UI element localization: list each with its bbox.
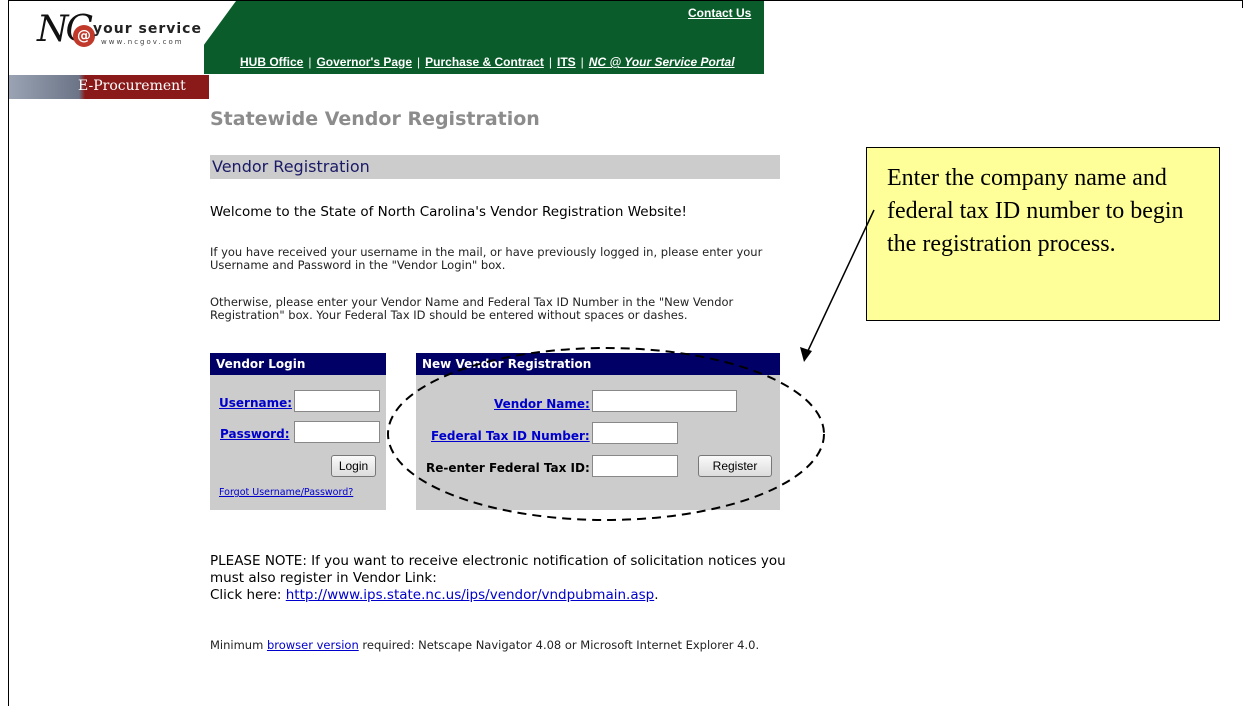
at-symbol-icon: @ [73,25,95,47]
click-here-text: Click here: [210,587,286,603]
callout-arrow-line [805,209,875,356]
reenter-tax-id-label: Re-enter Federal Tax ID: [426,461,590,475]
login-instructions: If you have received your username in th… [210,245,763,272]
eprocurement-label: E-Procurement [78,78,186,94]
password-input[interactable] [294,421,380,443]
registration-instructions: Otherwise, please enter your Vendor Name… [210,295,734,322]
note-period: . [654,587,659,603]
page-title: Statewide Vendor Registration [210,108,540,130]
nav-purchase-contract[interactable]: Purchase & Contract [425,55,544,69]
logo-url: www.ncgov.com [101,38,184,46]
vendor-login-title: Vendor Login [210,353,386,375]
nav-separator: | [548,55,552,69]
browser-version-link[interactable]: browser version [267,638,359,652]
callout-text: Enter the company name and federal tax I… [887,165,1184,257]
nav-separator: | [417,55,421,69]
vendor-name-input[interactable] [592,390,737,412]
min-version-prefix: Minimum [210,638,267,652]
nav-its[interactable]: ITS [557,55,576,69]
register-button[interactable]: Register [698,455,772,477]
callout-arrow-head [800,347,812,362]
header-nav: HUB Office | Governor's Page | Purchase & Co… [240,55,735,69]
reenter-tax-id-input[interactable] [592,455,678,477]
vendor-link-note-text: PLEASE NOTE: If you want to receive elec… [210,553,786,586]
nav-hub-office[interactable]: HUB Office [240,55,303,69]
welcome-message: Welcome to the State of North Carolina's… [210,204,687,220]
ncgov-logo[interactable]: NC @ your service www.ncgov.com [9,1,204,75]
frame-right-border [1242,0,1243,8]
logo-tagline: your service [93,21,202,37]
instruction-callout: Enter the company name and federal tax I… [866,147,1220,321]
section-title: Vendor Registration [212,157,370,176]
nav-nc-portal[interactable]: NC @ Your Service Portal [589,55,735,69]
nav-governors-page[interactable]: Governor's Page [316,55,412,69]
min-version-suffix: required: Netscape Navigator 4.08 or Mic… [358,638,760,652]
new-vendor-registration-title: New Vendor Registration [416,353,780,375]
nav-separator: | [308,55,312,69]
login-button[interactable]: Login [331,455,376,477]
contact-us-link[interactable]: Contact Us [688,6,751,20]
forgot-credentials-link[interactable]: Forgot Username/Password? [219,487,353,498]
nav-separator: | [580,55,584,69]
vendor-link-url[interactable]: http://www.ips.state.nc.us/ips/vendor/vn… [286,587,654,603]
username-input[interactable] [294,390,380,412]
vendor-name-label-link[interactable]: Vendor Name: [494,397,590,411]
username-label-link[interactable]: Username: [219,396,292,410]
federal-tax-id-label-link[interactable]: Federal Tax ID Number: [431,429,590,443]
minimum-version-note: Minimum browser version required: Netsca… [210,639,780,652]
password-label-link[interactable]: Password: [220,427,290,441]
frame-left-border [8,0,9,706]
federal-tax-id-input[interactable] [592,422,678,444]
vendor-link-note: PLEASE NOTE: If you want to receive elec… [210,553,790,604]
